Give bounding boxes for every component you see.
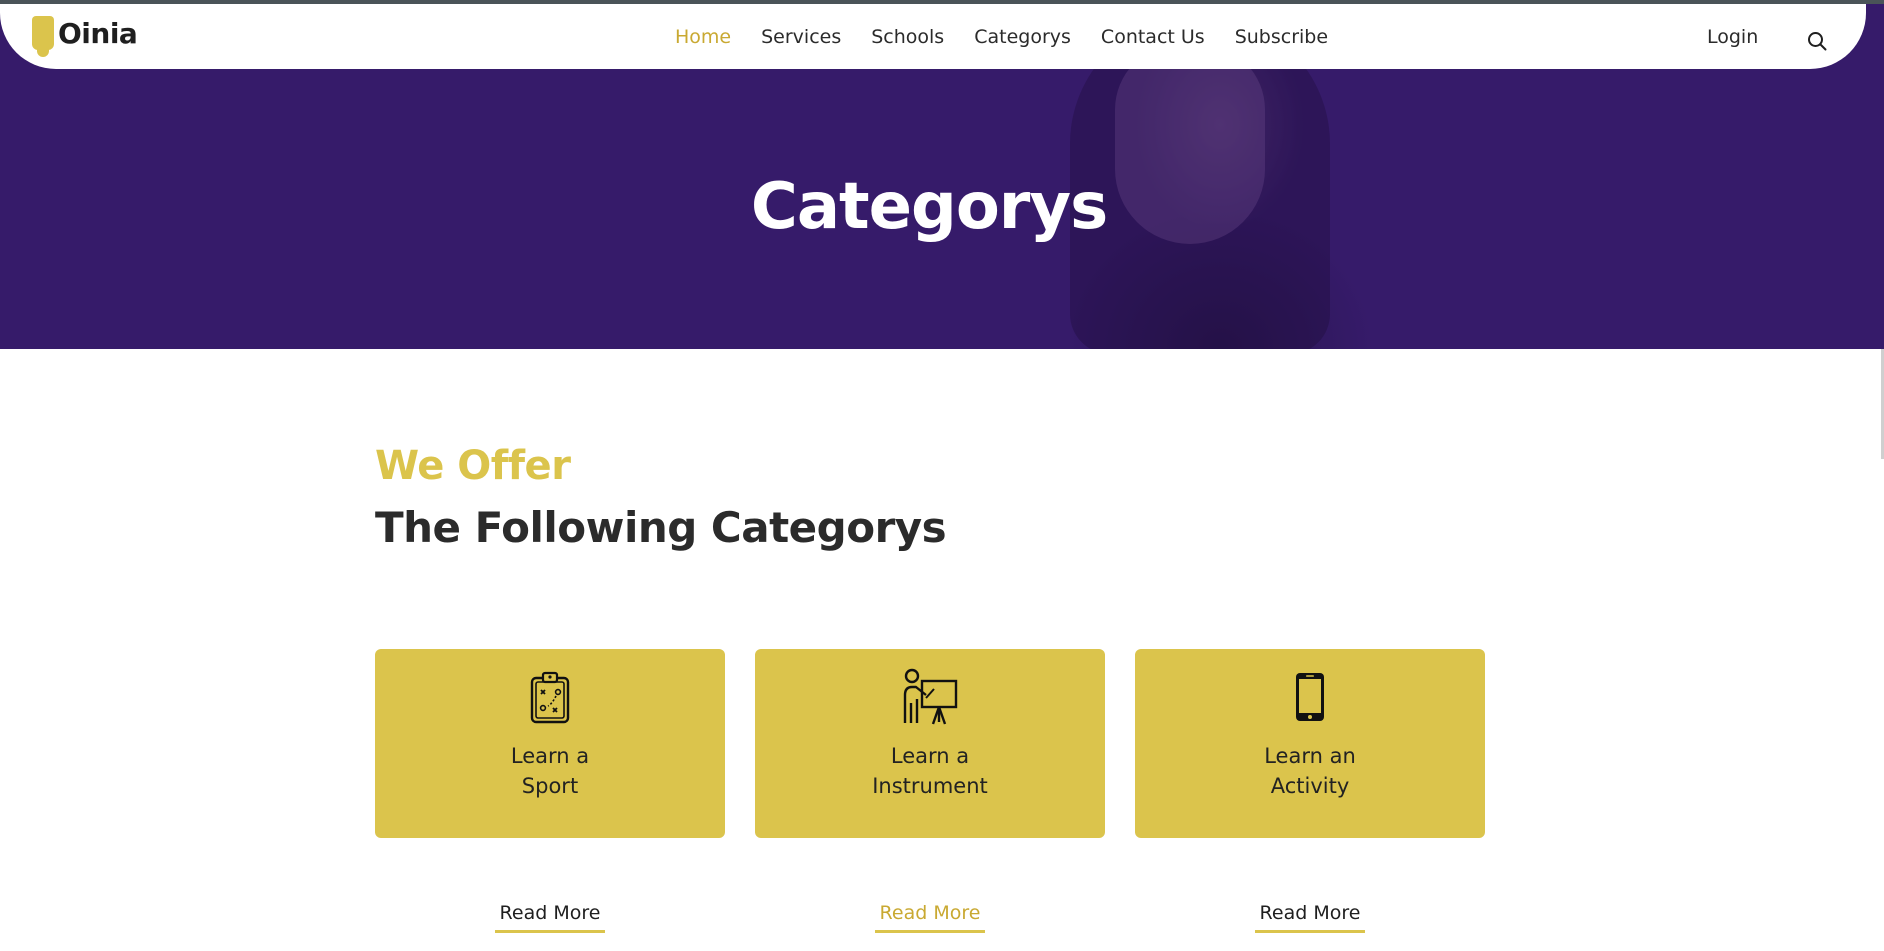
category-card-sport[interactable]: Learn a Sport: [375, 649, 725, 838]
section-subtitle: We Offer: [375, 443, 571, 489]
card-label: Learn a Sport: [510, 744, 590, 798]
nav-item-categorys[interactable]: Categorys: [974, 26, 1071, 48]
teacher-presentation-icon: [900, 667, 960, 727]
category-card-activity[interactable]: Learn an Activity: [1135, 649, 1485, 838]
read-more-sport-link[interactable]: Read More: [495, 902, 605, 933]
read-more-activity-link[interactable]: Read More: [1255, 902, 1365, 933]
smartphone-icon: [1280, 667, 1340, 727]
section-title: The Following Categorys: [375, 503, 947, 552]
card-label: Learn an Activity: [1264, 744, 1356, 798]
nav-item-schools[interactable]: Schools: [871, 26, 944, 48]
nav-item-home[interactable]: Home: [675, 26, 731, 48]
category-card-instrument[interactable]: Learn a Instrument: [755, 649, 1105, 838]
card-label: Learn a Instrument: [872, 744, 988, 798]
logo-text: Oinia: [58, 17, 138, 50]
nav-item-contact-us[interactable]: Contact Us: [1101, 26, 1205, 48]
logo[interactable]: Oinia: [32, 14, 138, 62]
nav-item-subscribe[interactable]: Subscribe: [1235, 26, 1328, 48]
site-header: Oinia Home Services Schools Categorys Co…: [0, 4, 1866, 69]
clipboard-strategy-icon: [520, 667, 580, 727]
login-link[interactable]: Login: [1707, 26, 1758, 48]
search-icon[interactable]: [1807, 31, 1827, 51]
nav-item-services[interactable]: Services: [761, 26, 841, 48]
page-title: Categorys: [750, 170, 1108, 244]
logo-icon: [32, 14, 54, 58]
main-nav: Home Services Schools Categorys Contact …: [675, 26, 1328, 48]
read-more-instrument-link[interactable]: Read More: [875, 902, 985, 933]
